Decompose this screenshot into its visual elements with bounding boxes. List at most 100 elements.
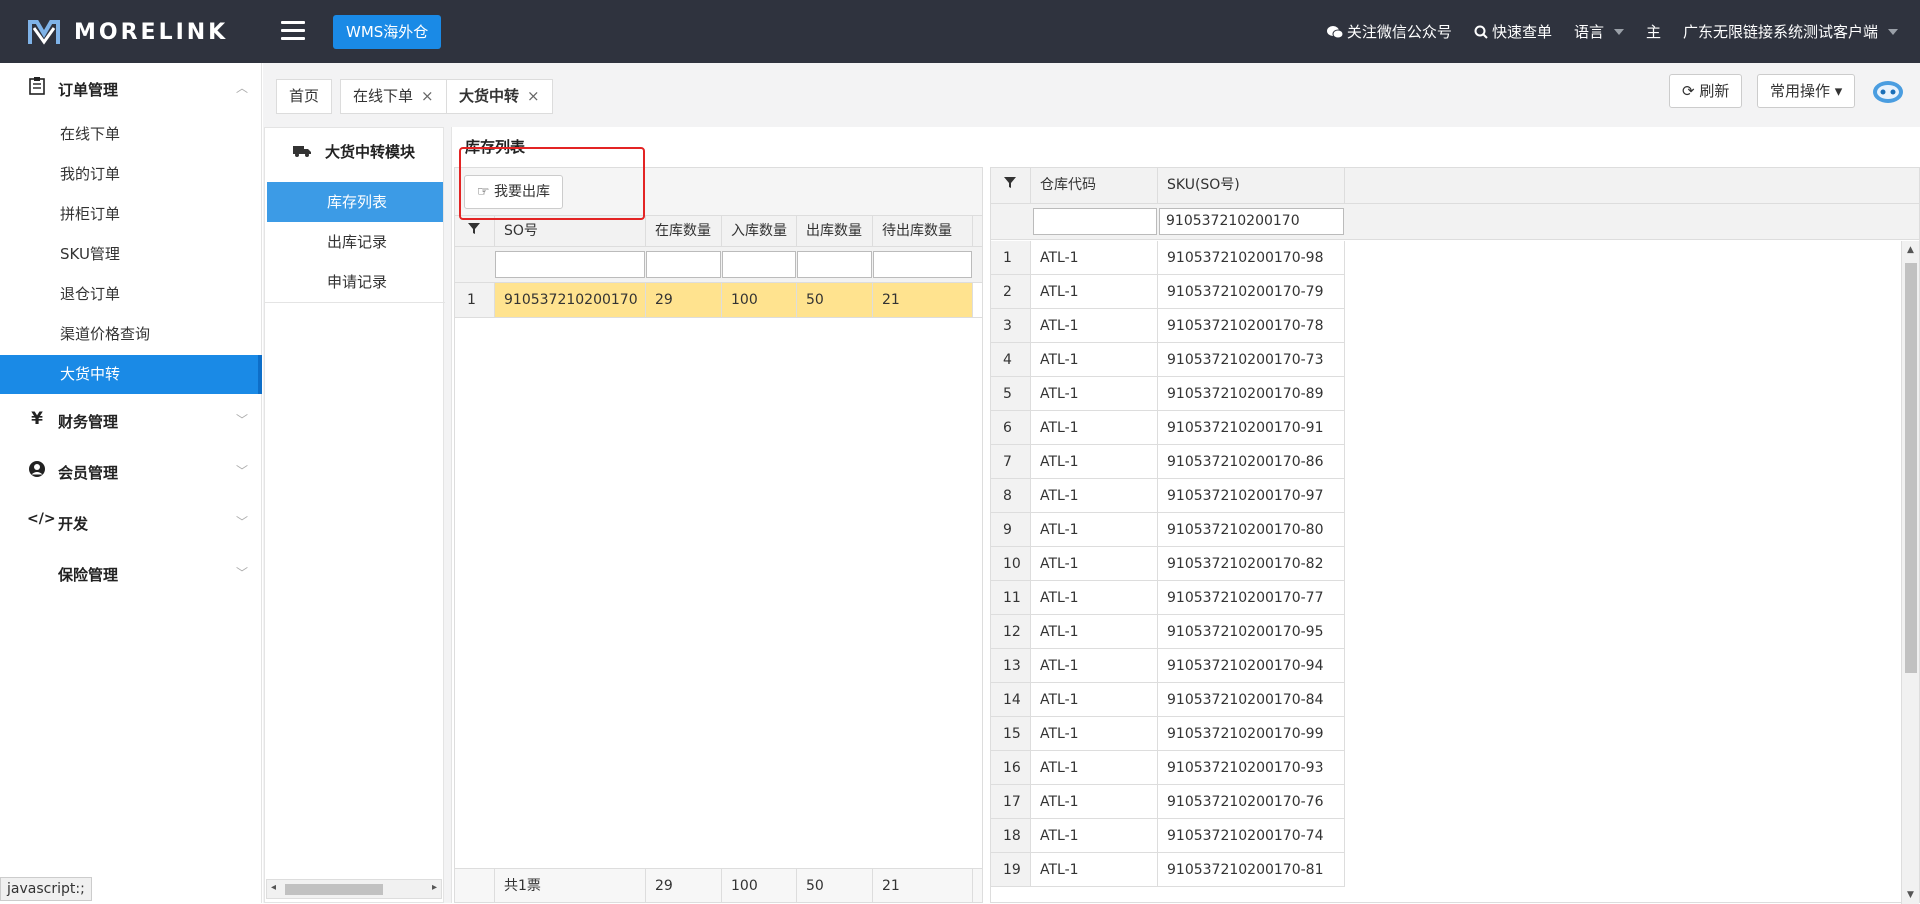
vertical-scrollbar[interactable]: ▲ ▼	[1901, 241, 1919, 904]
cell-in-stock[interactable]: 29	[646, 283, 722, 317]
sidebar-item-my-orders[interactable]: 我的订单	[0, 155, 262, 194]
in-stock-filter-input[interactable]	[646, 251, 721, 278]
sidebar-item-channel-price[interactable]: 渠道价格查询	[0, 315, 262, 354]
table-row[interactable]: 9 ATL-1 910537210200170-80	[991, 513, 1899, 547]
cell-sku[interactable]: 910537210200170-74	[1158, 819, 1345, 853]
module-item-outbound-records[interactable]: 出库记录	[267, 222, 443, 262]
cell-sku[interactable]: 910537210200170-80	[1158, 513, 1345, 547]
scroll-thumb[interactable]	[1905, 263, 1917, 673]
cell-sku[interactable]: 910537210200170-76	[1158, 785, 1345, 819]
cell-outbound[interactable]: 50	[797, 283, 873, 317]
module-item-inventory[interactable]: 库存列表	[267, 182, 443, 222]
table-row[interactable]: 2 ATL-1 910537210200170-79	[991, 275, 1899, 309]
cell-warehouse[interactable]: ATL-1	[1031, 377, 1158, 411]
table-row[interactable]: 8 ATL-1 910537210200170-97	[991, 479, 1899, 513]
table-row[interactable]: 17 ATL-1 910537210200170-76	[991, 785, 1899, 819]
cell-warehouse[interactable]: ATL-1	[1031, 717, 1158, 751]
sidebar-item-return-orders[interactable]: 退仓订单	[0, 275, 262, 314]
table-row[interactable]: 6 ATL-1 910537210200170-91	[991, 411, 1899, 445]
cell-sku[interactable]: 910537210200170-73	[1158, 343, 1345, 377]
cell-sku[interactable]: 910537210200170-81	[1158, 853, 1345, 887]
cell-sku[interactable]: 910537210200170-86	[1158, 445, 1345, 479]
table-row[interactable]: 3 ATL-1 910537210200170-78	[991, 309, 1899, 343]
cell-warehouse[interactable]: ATL-1	[1031, 615, 1158, 649]
column-header-sku[interactable]: SKU(SO号)	[1158, 168, 1345, 203]
sidebar-group-orders[interactable]: 订单管理 ︿	[0, 69, 262, 109]
module-item-apply-records[interactable]: 申请记录	[267, 262, 443, 302]
table-row[interactable]: 4 ATL-1 910537210200170-73	[991, 343, 1899, 377]
tab-online-order[interactable]: 在线下单 ×	[340, 79, 447, 114]
filter-icon[interactable]	[455, 216, 495, 246]
table-row[interactable]: 18 ATL-1 910537210200170-74	[991, 819, 1899, 853]
cell-sku[interactable]: 910537210200170-78	[1158, 309, 1345, 343]
table-row[interactable]: 15 ATL-1 910537210200170-99	[991, 717, 1899, 751]
cell-sku[interactable]: 910537210200170-79	[1158, 275, 1345, 309]
so-filter-input[interactable]	[495, 251, 645, 278]
sidebar-item-container-orders[interactable]: 拼柜订单	[0, 195, 262, 234]
menu-toggle-icon[interactable]	[281, 21, 305, 41]
column-header-inbound[interactable]: 入库数量	[722, 216, 797, 246]
theme-link[interactable]: 主	[1646, 21, 1661, 42]
sidebar-item-online-order[interactable]: 在线下单	[0, 115, 262, 154]
table-row[interactable]: 19 ATL-1 910537210200170-81	[991, 853, 1899, 887]
sidebar-item-bulk-transfer[interactable]: 大货中转	[0, 355, 262, 394]
cell-sku[interactable]: 910537210200170-77	[1158, 581, 1345, 615]
cell-warehouse[interactable]: ATL-1	[1031, 241, 1158, 275]
refresh-button[interactable]: ⟳ 刷新	[1669, 74, 1743, 108]
cell-sku[interactable]: 910537210200170-93	[1158, 751, 1345, 785]
sidebar-group-members[interactable]: 会员管理 ﹀	[0, 452, 262, 492]
cell-warehouse[interactable]: ATL-1	[1031, 479, 1158, 513]
sku-filter-input[interactable]: 910537210200170	[1159, 208, 1344, 235]
cell-sku[interactable]: 910537210200170-94	[1158, 649, 1345, 683]
language-dropdown[interactable]: 语言	[1574, 21, 1624, 42]
warehouse-filter-input[interactable]	[1033, 208, 1157, 235]
column-header-in-stock[interactable]: 在库数量	[646, 216, 722, 246]
table-row[interactable]: 14 ATL-1 910537210200170-84	[991, 683, 1899, 717]
cell-pending[interactable]: 21	[873, 283, 973, 317]
cell-warehouse[interactable]: ATL-1	[1031, 513, 1158, 547]
table-row[interactable]: 7 ATL-1 910537210200170-86	[991, 445, 1899, 479]
cell-sku[interactable]: 910537210200170-91	[1158, 411, 1345, 445]
column-header-so[interactable]: SO号	[495, 216, 646, 246]
scroll-left-icon[interactable]: ◂	[271, 882, 276, 893]
sidebar-group-dev[interactable]: </> 开发 ﹀	[0, 503, 262, 543]
cell-sku[interactable]: 910537210200170-82	[1158, 547, 1345, 581]
outbound-filter-input[interactable]	[797, 251, 872, 278]
close-icon[interactable]: ×	[421, 87, 434, 105]
scroll-up-icon[interactable]: ▲	[1907, 245, 1914, 255]
cell-warehouse[interactable]: ATL-1	[1031, 785, 1158, 819]
column-header-outbound[interactable]: 出库数量	[797, 216, 873, 246]
cell-warehouse[interactable]: ATL-1	[1031, 751, 1158, 785]
quick-query-link[interactable]: 快速查单	[1474, 21, 1552, 42]
account-dropdown[interactable]: 广东无限链接系统测试客户端	[1683, 21, 1898, 42]
cell-sku[interactable]: 910537210200170-98	[1158, 241, 1345, 275]
cell-warehouse[interactable]: ATL-1	[1031, 547, 1158, 581]
pending-filter-input[interactable]	[873, 251, 972, 278]
filter-icon[interactable]	[991, 168, 1031, 203]
wms-overseas-button[interactable]: WMS海外仓	[333, 15, 442, 49]
sidebar-group-finance[interactable]: ¥ 财务管理 ﹀	[0, 401, 262, 441]
common-ops-dropdown[interactable]: 常用操作 ▾	[1757, 74, 1856, 108]
cell-warehouse[interactable]: ATL-1	[1031, 819, 1158, 853]
logo[interactable]: MORELINK	[26, 14, 228, 50]
cell-sku[interactable]: 910537210200170-84	[1158, 683, 1345, 717]
horizontal-scrollbar[interactable]: ◂ ▸	[266, 879, 442, 899]
tab-home[interactable]: 首页	[276, 79, 333, 114]
cell-so[interactable]: 910537210200170	[495, 283, 646, 317]
table-row[interactable]: 12 ATL-1 910537210200170-95	[991, 615, 1899, 649]
table-row[interactable]: 5 ATL-1 910537210200170-89	[991, 377, 1899, 411]
cell-inbound[interactable]: 100	[722, 283, 797, 317]
cell-warehouse[interactable]: ATL-1	[1031, 411, 1158, 445]
scroll-right-icon[interactable]: ▸	[432, 882, 437, 893]
column-header-warehouse[interactable]: 仓库代码	[1031, 168, 1158, 203]
cell-warehouse[interactable]: ATL-1	[1031, 445, 1158, 479]
cell-sku[interactable]: 910537210200170-97	[1158, 479, 1345, 513]
cell-warehouse[interactable]: ATL-1	[1031, 275, 1158, 309]
cell-warehouse[interactable]: ATL-1	[1031, 649, 1158, 683]
scroll-thumb[interactable]	[285, 884, 383, 895]
inbound-filter-input[interactable]	[722, 251, 796, 278]
cell-sku[interactable]: 910537210200170-95	[1158, 615, 1345, 649]
cell-warehouse[interactable]: ATL-1	[1031, 343, 1158, 377]
table-row[interactable]: 11 ATL-1 910537210200170-77	[991, 581, 1899, 615]
cell-sku[interactable]: 910537210200170-89	[1158, 377, 1345, 411]
